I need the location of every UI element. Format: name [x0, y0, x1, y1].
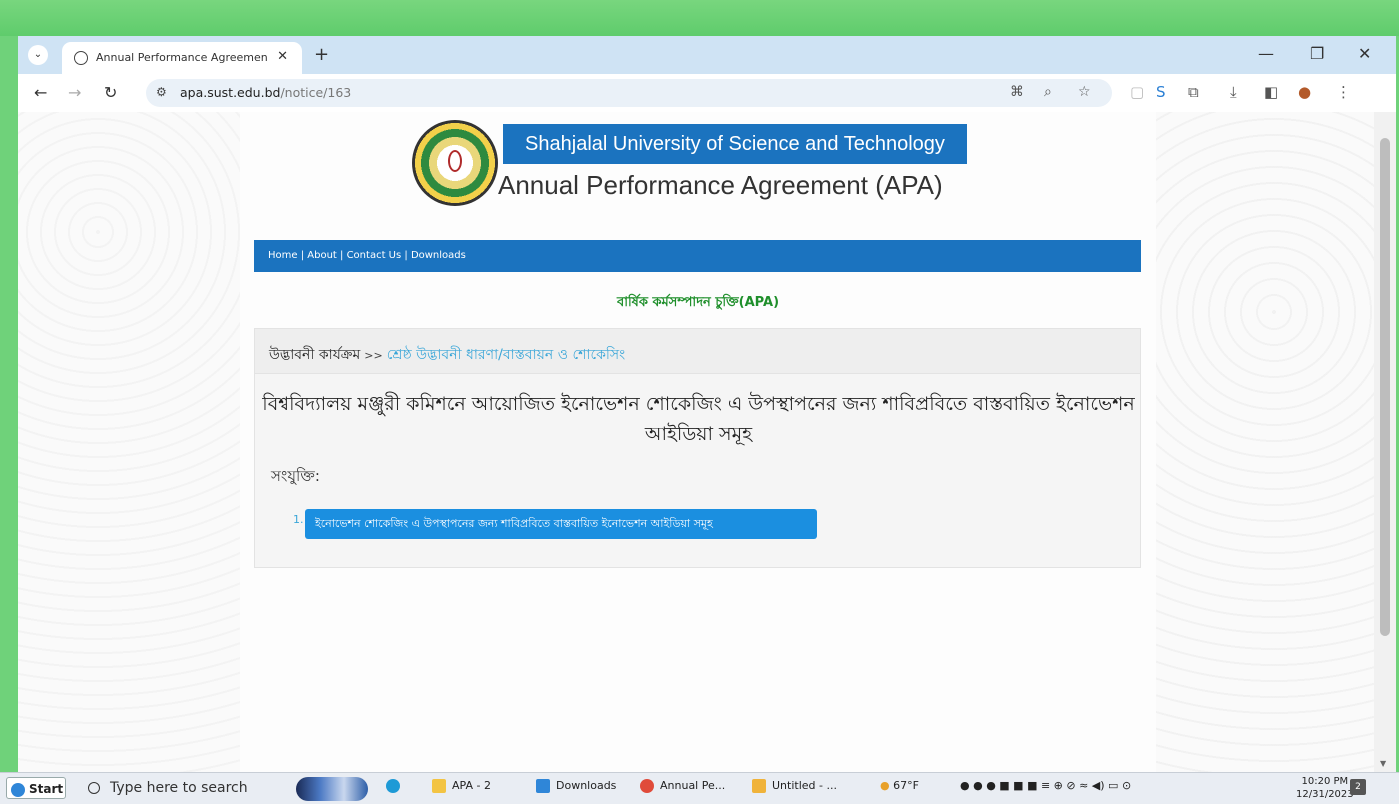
url-host: apa.sust.edu.bd: [180, 85, 281, 100]
taskbar-widget-image[interactable]: [296, 777, 368, 801]
tab-title: Annual Performance Agreemen: [96, 51, 268, 64]
search-placeholder: Type here to search: [110, 780, 248, 796]
taskbar-search[interactable]: Type here to search: [80, 776, 280, 800]
notification-center-icon[interactable]: 2: [1350, 779, 1366, 795]
browser-toolbar: ← → ↻ ⚙ apa.sust.edu.bd/notice/163 ⌘ ⌕ ☆…: [18, 74, 1396, 113]
reload-icon[interactable]: ↻: [104, 83, 117, 102]
nav-contact[interactable]: Contact Us: [347, 250, 402, 261]
university-logo: [412, 120, 498, 206]
vertical-scrollbar[interactable]: ▼: [1374, 112, 1396, 772]
attachment-link-button[interactable]: ইনোভেশন শোকেজিং এ উপস্থাপনের জন্য শাবিপ্…: [305, 509, 817, 539]
url-path: /notice/163: [280, 85, 352, 100]
extensions-puzzle-icon[interactable]: ⧉: [1188, 83, 1199, 101]
zoom-icon[interactable]: ⌕: [1044, 84, 1052, 100]
breadcrumb-link[interactable]: শ্রেষ্ঠ উদ্ভাবনী ধারণা/বাস্তবায়ন ও শোকে…: [387, 347, 625, 363]
translate-icon[interactable]: ⌘: [1010, 84, 1024, 100]
tab-annual-performance[interactable]: Annual Performance Agreemen ✕: [62, 42, 302, 74]
restore-icon[interactable]: ❐: [1310, 44, 1324, 63]
attachment-number: 1.: [293, 513, 304, 526]
scrollbar-thumb[interactable]: [1380, 138, 1390, 636]
address-bar[interactable]: ⚙ apa.sust.edu.bd/notice/163 ⌘ ⌕ ☆: [146, 79, 1112, 107]
tab-search-icon[interactable]: ⌄: [28, 45, 48, 65]
windows-taskbar: Start Type here to search APA - 2 Downlo…: [0, 772, 1399, 804]
logo-atom-mark: [448, 150, 462, 172]
university-name-banner: Shahjalal University of Science and Tech…: [503, 124, 967, 164]
edge-icon[interactable]: [386, 779, 406, 793]
taskbar-app-downloads[interactable]: Downloads: [536, 779, 616, 793]
start-button[interactable]: Start: [6, 777, 66, 799]
site-title: Annual Performance Agreement (APA): [498, 170, 943, 200]
extension-icon[interactable]: ▢: [1130, 83, 1144, 101]
globe-icon: [74, 51, 88, 65]
nav-links: Home | About | Contact Us | Downloads: [268, 250, 466, 261]
download-icon[interactable]: ⤓: [1230, 83, 1237, 101]
close-window-icon[interactable]: ✕: [1358, 44, 1371, 63]
nav-downloads[interactable]: Downloads: [411, 250, 466, 261]
clock-date: 12/31/2023: [1296, 789, 1354, 800]
clock-time: 10:20 PM: [1301, 776, 1349, 787]
scroll-down-arrow-icon[interactable]: ▼: [1380, 759, 1386, 768]
url-text[interactable]: apa.sust.edu.bd/notice/163: [180, 85, 351, 100]
bookmark-star-icon[interactable]: ☆: [1078, 84, 1091, 100]
attachments-label: সংযুক্তি:: [271, 467, 320, 485]
extension-s-icon[interactable]: S: [1156, 83, 1166, 101]
close-tab-icon[interactable]: ✕: [277, 49, 288, 64]
main-nav: Home | About | Contact Us | Downloads: [254, 240, 1141, 272]
minimize-icon[interactable]: —: [1258, 44, 1274, 63]
back-icon[interactable]: ←: [34, 83, 47, 102]
page-viewport: Shahjalal University of Science and Tech…: [18, 112, 1396, 772]
tab-strip: ⌄ Annual Performance Agreemen ✕ + — ❐ ✕: [18, 36, 1396, 74]
decorative-background-right: [1134, 112, 1374, 772]
menu-kebab-icon[interactable]: ⋮: [1336, 83, 1351, 101]
breadcrumb: উদ্ভাবনী কার্যক্রম >> শ্রেষ্ঠ উদ্ভাবনী ধার…: [255, 329, 1140, 374]
breadcrumb-separator: >>: [364, 349, 383, 362]
new-tab-icon[interactable]: +: [314, 44, 329, 65]
search-icon: [88, 782, 100, 794]
nav-home[interactable]: Home: [268, 250, 298, 261]
profile-avatar[interactable]: ●: [1298, 83, 1311, 101]
breadcrumb-root: উদ্ভাবনী কার্যক্রম: [269, 347, 361, 363]
notice-panel: উদ্ভাবনী কার্যক্রম >> শ্রেষ্ঠ উদ্ভাবনী ধার…: [254, 328, 1141, 568]
system-tray-icons[interactable]: ● ● ● ■ ■ ■ ≡ ⊕ ⊘ ≈ ◀) ▭ ⊙: [960, 779, 1131, 792]
page-subtitle: বার্ষিক কর্মসম্পাদন চুক্তি(APA): [616, 295, 780, 310]
side-panel-icon[interactable]: ◧: [1264, 83, 1278, 101]
page-content: Shahjalal University of Science and Tech…: [240, 112, 1156, 772]
nav-about[interactable]: About: [307, 250, 337, 261]
site-info-icon[interactable]: ⚙: [156, 85, 167, 99]
decorative-background-left: [18, 112, 240, 772]
browser-window: ⌄ Annual Performance Agreemen ✕ + — ❐ ✕ …: [18, 36, 1396, 772]
taskbar-app-apa[interactable]: APA - 2: [432, 779, 491, 793]
taskbar-app-paint[interactable]: Untitled - ...: [752, 779, 837, 793]
forward-icon[interactable]: →: [68, 83, 81, 102]
windows-logo-icon: [11, 782, 25, 797]
taskbar-app-chrome[interactable]: Annual Pe...: [640, 779, 725, 793]
system-clock[interactable]: 10:20 PM 12/31/2023: [1296, 775, 1354, 801]
weather-widget[interactable]: ● 67°F: [880, 779, 919, 792]
notice-title: বিশ্ববিদ্যালয় মঞ্জুরী কমিশনে আয়োজিত ইন…: [262, 393, 1135, 445]
desktop-background: [0, 0, 1399, 36]
start-label: Start: [29, 782, 64, 796]
